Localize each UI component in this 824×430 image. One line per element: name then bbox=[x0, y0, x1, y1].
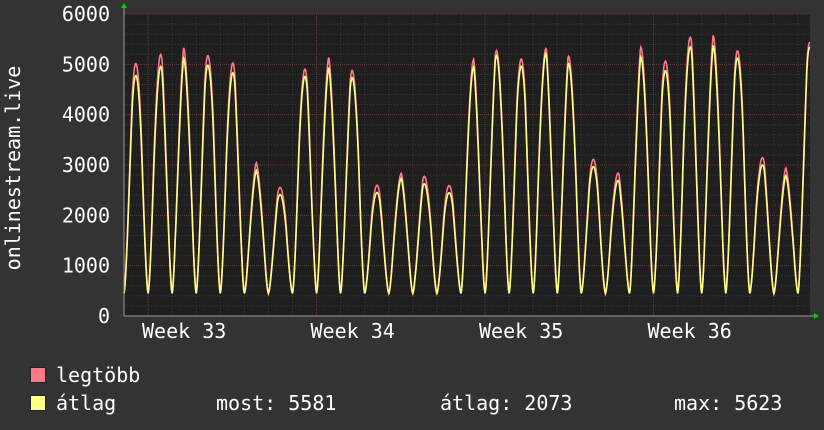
y-axis-title: onlinestream.live bbox=[1, 65, 25, 271]
y-axis-title-container: onlinestream.live bbox=[0, 20, 26, 316]
y-axis-arrow bbox=[121, 3, 127, 8]
stat-avg: átlag: 2073 bbox=[440, 391, 572, 415]
legend-swatch-avg bbox=[30, 395, 46, 411]
stat-max-label: max: bbox=[674, 391, 723, 415]
stat-now: most: 5581 bbox=[216, 391, 336, 415]
stat-now-label: most: bbox=[216, 391, 277, 415]
stat-avg-label: átlag: bbox=[440, 391, 513, 415]
legend-swatch-max bbox=[30, 367, 46, 383]
y-tick-label: 1000 bbox=[62, 254, 110, 278]
stat-max-value: 5623 bbox=[734, 391, 783, 415]
y-tick-label: 4000 bbox=[62, 103, 110, 127]
x-tick-label: Week 34 bbox=[311, 319, 395, 343]
x-tick-label: Week 36 bbox=[648, 319, 732, 343]
x-axis-arrow bbox=[814, 313, 819, 319]
legend-item-max: legtöbb bbox=[30, 363, 140, 387]
chart: 0 1000 2000 3000 4000 5000 6000 Week 33 Week 34 W… bbox=[62, 2, 819, 343]
stat-max: max: 5623 bbox=[674, 391, 782, 415]
y-tick-label: 6000 bbox=[62, 2, 110, 26]
stat-now-value: 5581 bbox=[288, 391, 337, 415]
legend-label-max: legtöbb bbox=[56, 363, 141, 387]
y-tick-label: 5000 bbox=[62, 52, 110, 76]
legend-item-avg: átlag bbox=[30, 391, 116, 415]
y-tick-label: 0 bbox=[98, 304, 110, 328]
y-tick-label: 3000 bbox=[62, 153, 110, 177]
y-tick-label: 2000 bbox=[62, 203, 110, 227]
legend-label-avg: átlag bbox=[56, 391, 117, 415]
x-tick-label: Week 33 bbox=[142, 319, 226, 343]
x-tick-label: Week 35 bbox=[479, 319, 563, 343]
stat-avg-value: 2073 bbox=[524, 391, 573, 415]
